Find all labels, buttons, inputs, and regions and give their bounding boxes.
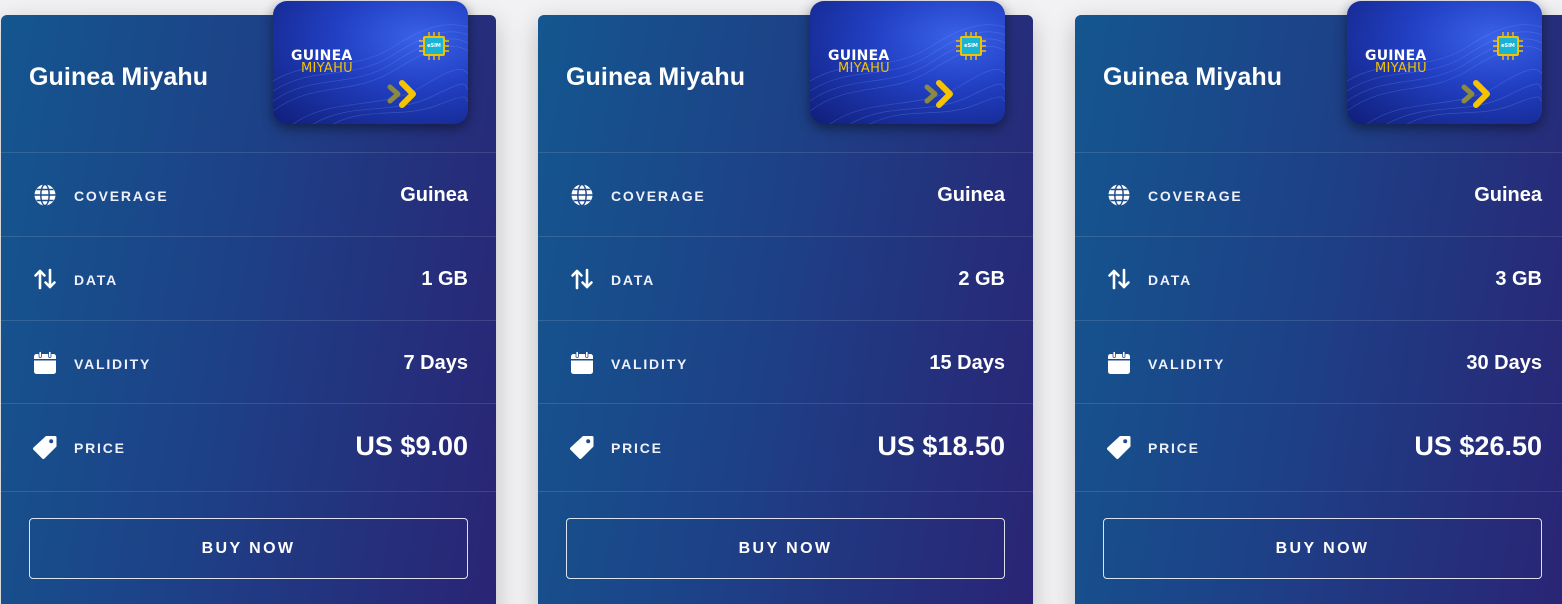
- price-value: US $9.00: [355, 431, 468, 461]
- data-label: DATA: [611, 272, 656, 288]
- coverage-label: COVERAGE: [611, 188, 706, 204]
- plan-title: Guinea Miyahu: [566, 63, 746, 91]
- up-down-arrows-icon: [34, 268, 56, 290]
- price-tag-icon: [570, 436, 594, 459]
- validity-label: VALIDITY: [611, 356, 689, 372]
- validity-label: VALIDITY: [74, 356, 152, 372]
- data-row: DATA 3 GB: [1075, 236, 1562, 320]
- validity-row: VALIDITY 7 Days: [1, 320, 496, 403]
- price-row: PRICE US $18.50: [538, 403, 1033, 491]
- sim-brand-line2: MIYAHU: [301, 61, 353, 76]
- plan-title: Guinea Miyahu: [29, 63, 209, 91]
- plan-card: GUINEA MIYAHU eSIM Guinea Miyahu COVERAG…: [1, 1, 496, 604]
- price-label: PRICE: [611, 440, 663, 456]
- buy-now-button[interactable]: BUY NOW: [29, 518, 468, 579]
- buy-now-button[interactable]: BUY NOW: [566, 518, 1005, 579]
- globe-icon: [34, 183, 56, 207]
- buy-row: BUY NOW: [538, 491, 1033, 604]
- validity-value: 15 Days: [929, 352, 1005, 374]
- esim-chip-icon: eSIM: [423, 36, 445, 56]
- calendar-icon: [571, 351, 593, 374]
- coverage-value: Guinea: [400, 184, 468, 206]
- up-down-arrows-icon: [1108, 268, 1130, 290]
- coverage-row: COVERAGE Guinea: [538, 152, 1033, 236]
- price-tag-icon: [33, 436, 57, 459]
- coverage-label: COVERAGE: [74, 188, 169, 204]
- coverage-row: COVERAGE Guinea: [1, 152, 496, 236]
- coverage-label: COVERAGE: [1148, 188, 1243, 204]
- price-label: PRICE: [74, 440, 126, 456]
- plan-title: Guinea Miyahu: [1103, 63, 1283, 91]
- calendar-icon: [34, 351, 56, 374]
- price-value: US $18.50: [877, 431, 1005, 461]
- esim-card-image: GUINEA MIYAHU eSIM: [810, 1, 1005, 124]
- calendar-icon: [1108, 351, 1130, 374]
- plan-card: GUINEA MIYAHU eSIM Guinea Miyahu COVERAG…: [1075, 1, 1562, 604]
- buy-now-button[interactable]: BUY NOW: [1103, 518, 1542, 579]
- price-label: PRICE: [1148, 440, 1200, 456]
- price-row: PRICE US $9.00: [1, 403, 496, 491]
- plan-cards: GUINEA MIYAHU eSIM Guinea Miyahu COVERAG…: [0, 0, 1562, 604]
- validity-value: 30 Days: [1466, 352, 1542, 374]
- price-value: US $26.50: [1414, 431, 1542, 461]
- globe-icon: [571, 183, 593, 207]
- coverage-value: Guinea: [1474, 184, 1542, 206]
- validity-row: VALIDITY 30 Days: [1075, 320, 1562, 403]
- buy-row: BUY NOW: [1075, 491, 1562, 604]
- sim-brand-line2: MIYAHU: [1375, 61, 1427, 76]
- esim-card-image: GUINEA MIYAHU eSIM: [1347, 1, 1542, 124]
- chevron-arrows-icon: [387, 80, 416, 108]
- up-down-arrows-icon: [571, 268, 593, 290]
- data-label: DATA: [1148, 272, 1193, 288]
- validity-value: 7 Days: [403, 352, 469, 374]
- data-value: 3 GB: [1495, 268, 1542, 290]
- data-row: DATA 1 GB: [1, 236, 496, 320]
- chevron-arrows-icon: [924, 80, 953, 108]
- buy-row: BUY NOW: [1, 491, 496, 604]
- data-value: 1 GB: [421, 268, 468, 290]
- data-label: DATA: [74, 272, 119, 288]
- chevron-arrows-icon: [1461, 80, 1490, 108]
- globe-icon: [1108, 183, 1130, 207]
- esim-chip-icon: eSIM: [960, 36, 982, 56]
- esim-chip-icon: eSIM: [1497, 36, 1519, 56]
- validity-label: VALIDITY: [1148, 356, 1226, 372]
- data-value: 2 GB: [958, 268, 1005, 290]
- data-row: DATA 2 GB: [538, 236, 1033, 320]
- esim-card-image: GUINEA MIYAHU eSIM: [273, 1, 468, 124]
- price-tag-icon: [1107, 436, 1131, 459]
- validity-row: VALIDITY 15 Days: [538, 320, 1033, 403]
- sim-brand-line2: MIYAHU: [838, 61, 890, 76]
- plan-card: GUINEA MIYAHU eSIM Guinea Miyahu COVERAG…: [538, 1, 1033, 604]
- coverage-value: Guinea: [937, 184, 1005, 206]
- coverage-row: COVERAGE Guinea: [1075, 152, 1562, 236]
- price-row: PRICE US $26.50: [1075, 403, 1562, 491]
